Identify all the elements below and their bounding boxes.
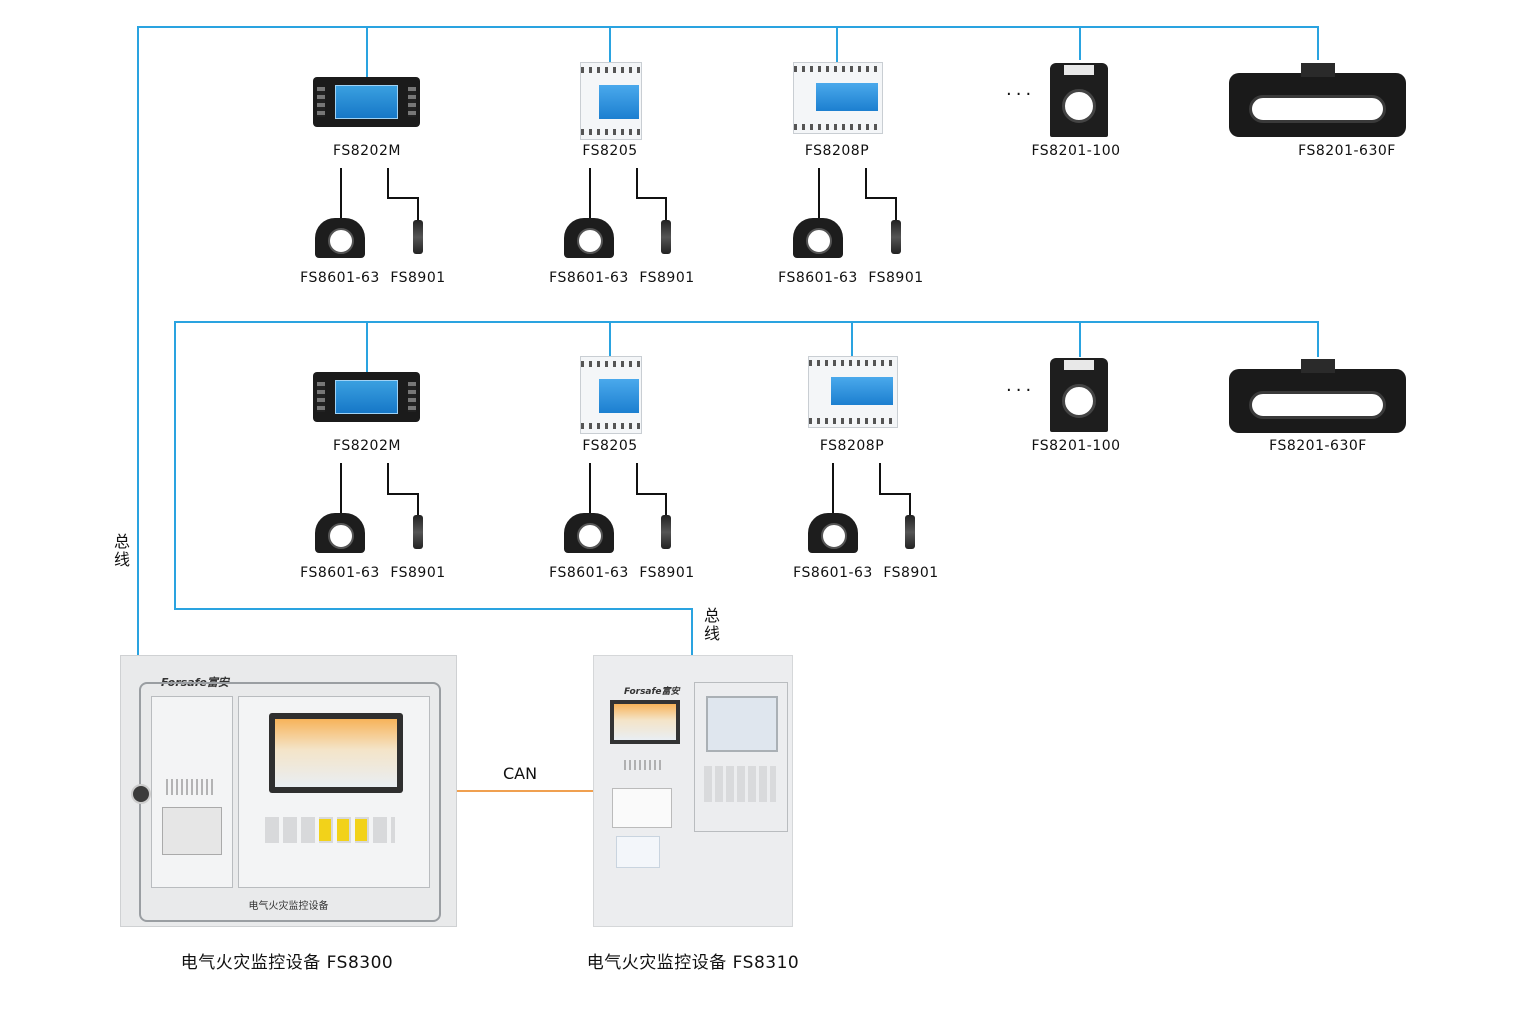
fs8300-cabinet: Forsafe富安 电气火灾监控设备 xyxy=(120,655,457,927)
fs8205-module-device xyxy=(580,356,642,434)
lock-icon xyxy=(131,784,151,804)
label-fs8208p: FS8208P xyxy=(804,143,870,159)
fs8300-arrow-keys xyxy=(319,819,367,841)
label-fs8901: FS8901 xyxy=(868,270,924,286)
fs8901-temp-probe-icon xyxy=(905,515,915,549)
label-fs8201-100: FS8201-100 xyxy=(1031,438,1121,454)
label-fs8601-63: FS8601-63 xyxy=(793,565,873,581)
printer-slot xyxy=(162,807,222,855)
label-fs8202m: FS8202M xyxy=(333,438,401,454)
fs8300-panel-caption: 电气火灾监控设备 xyxy=(248,901,329,912)
fs8300-right-panel xyxy=(238,696,430,888)
fs8310-brand-logo: Forsafe富安 xyxy=(624,687,680,697)
fs8201-630f-ct-device xyxy=(1229,63,1406,137)
bus-label-right: 总线 xyxy=(703,606,720,643)
label-fs8601-63: FS8601-63 xyxy=(300,270,380,286)
label-fs8901: FS8901 xyxy=(639,565,695,581)
printer-slot xyxy=(612,788,672,828)
fs8208p-module-device xyxy=(808,356,898,428)
label-fs8205: FS8205 xyxy=(582,143,638,159)
label-fs8201-630f: FS8201-630F xyxy=(1298,143,1396,159)
label-fs8601-63: FS8601-63 xyxy=(300,565,380,581)
label-fs8205: FS8205 xyxy=(582,438,638,454)
bus-label-left: 总线 xyxy=(113,532,130,569)
fs8901-temp-probe-icon xyxy=(661,220,671,254)
label-fs8901: FS8901 xyxy=(639,270,695,286)
label-fs8901: FS8901 xyxy=(390,270,446,286)
fs8901-temp-probe-icon xyxy=(891,220,901,254)
speaker-grille xyxy=(624,760,664,770)
fs8300-screen xyxy=(269,713,403,793)
ellipsis: ··· xyxy=(1006,380,1036,401)
label-fs8601-63: FS8601-63 xyxy=(549,270,629,286)
fs8310-buttons xyxy=(704,766,776,802)
fs8310-cabinet: Forsafe富安 xyxy=(593,655,793,927)
fs8205-module-device xyxy=(580,62,642,140)
label-fs8202m: FS8202M xyxy=(333,143,401,159)
fs8202m-display-device xyxy=(313,372,420,422)
label-fs8201-100: FS8201-100 xyxy=(1031,143,1121,159)
info-sticker xyxy=(616,836,660,868)
fs8310-keypad xyxy=(706,696,778,752)
label-fs8601-63: FS8601-63 xyxy=(549,565,629,581)
fs8202m-display-device xyxy=(313,77,420,127)
ellipsis: ··· xyxy=(1006,84,1036,105)
fs8901-temp-probe-icon xyxy=(661,515,671,549)
fs8901-temp-probe-icon xyxy=(413,515,423,549)
label-fs8208p: FS8208P xyxy=(819,438,885,454)
fs8201-100-ct-device xyxy=(1050,63,1108,137)
fs8201-100-ct-device xyxy=(1050,358,1108,432)
fs8310-screen xyxy=(610,700,680,744)
label-fs8901: FS8901 xyxy=(883,565,939,581)
fs8300-caption: 电气火灾监控设备 FS8300 xyxy=(180,953,394,973)
fs8300-left-panel xyxy=(151,696,233,888)
can-label: CAN xyxy=(503,764,538,783)
fs8901-temp-probe-icon xyxy=(413,220,423,254)
label-fs8601-63: FS8601-63 xyxy=(778,270,858,286)
label-fs8201-630f: FS8201-630F xyxy=(1269,438,1367,454)
label-fs8901: FS8901 xyxy=(390,565,446,581)
speaker-grille xyxy=(166,779,216,795)
fs8201-630f-ct-device xyxy=(1229,359,1406,433)
fs8208p-module-device xyxy=(793,62,883,134)
fs8310-caption: 电气火灾监控设备 FS8310 xyxy=(586,953,800,973)
